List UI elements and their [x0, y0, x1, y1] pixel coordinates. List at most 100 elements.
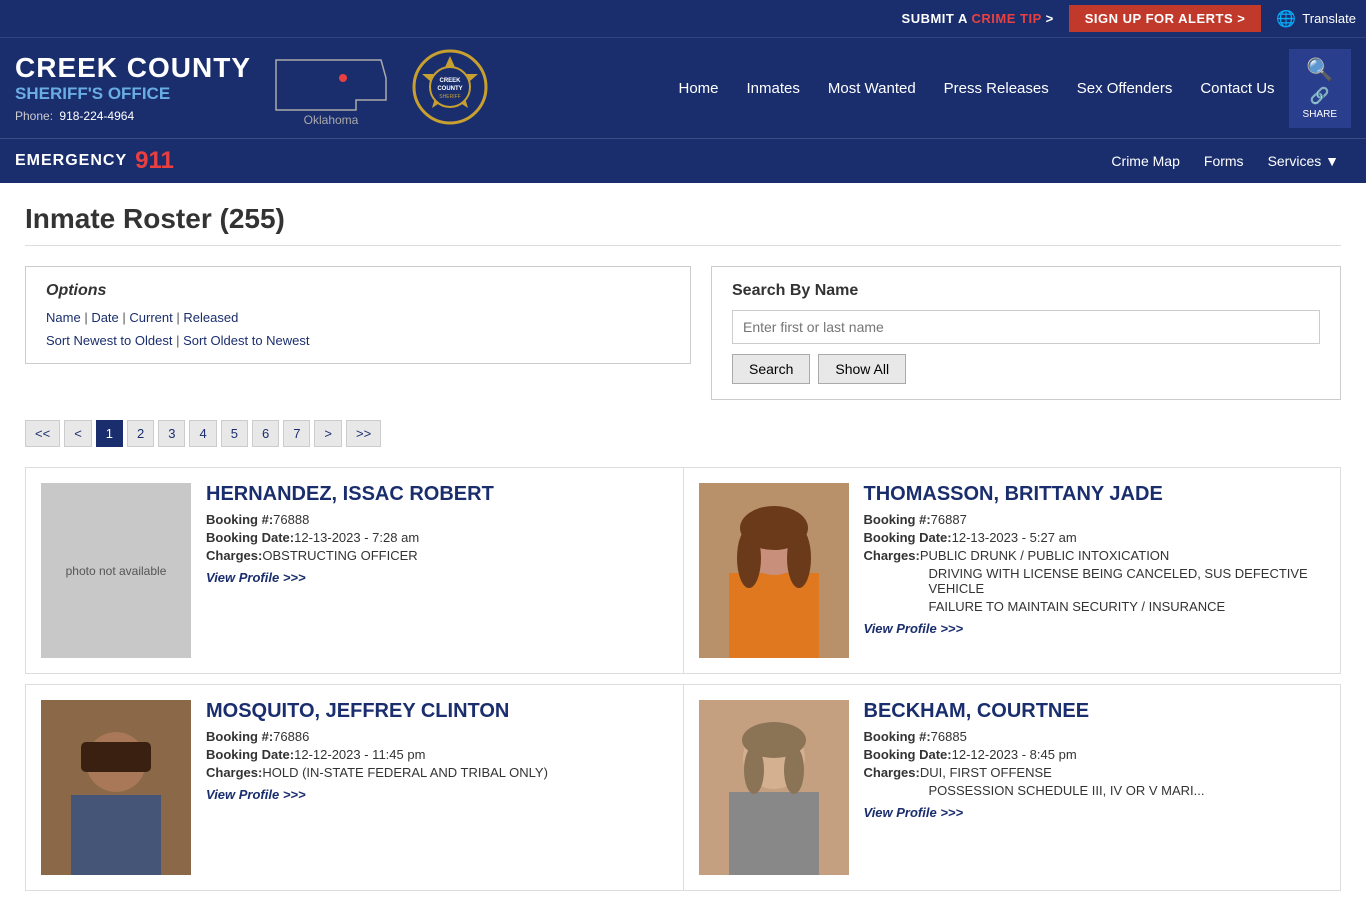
svg-text:COUNTY: COUNTY	[437, 86, 462, 92]
page-next[interactable]: >	[314, 420, 342, 447]
page-title: Inmate Roster (255)	[25, 203, 1341, 246]
page-4[interactable]: 4	[189, 420, 216, 447]
inmate-card: MOSQUITO, JEFFREY CLINTON Booking #:7688…	[26, 685, 684, 890]
nav-contact-us[interactable]: Contact Us	[1186, 68, 1288, 109]
charges: Charges:PUBLIC DRUNK / PUBLIC INTOXICATI…	[864, 548, 1326, 563]
nav-inmates[interactable]: Inmates	[733, 68, 814, 109]
inmate-row: MOSQUITO, JEFFREY CLINTON Booking #:7688…	[25, 684, 1341, 891]
page-5[interactable]: 5	[221, 420, 248, 447]
inmate-name: BECKHAM, COURTNEE	[864, 700, 1326, 723]
charges: Charges:HOLD (IN-STATE FEDERAL AND TRIBA…	[206, 765, 668, 780]
search-button[interactable]: Search	[732, 354, 810, 384]
booking-date: Booking Date:12-13-2023 - 7:28 am	[206, 530, 668, 545]
emergency-label: EMERGENCY	[15, 152, 127, 170]
submit-tip-link[interactable]: SUBMIT A CRIME TIP >	[902, 11, 1054, 26]
view-profile-link[interactable]: View Profile >>>	[864, 621, 964, 636]
booking-num: Booking #:76887	[864, 512, 1326, 527]
inmate-photo	[41, 700, 191, 875]
filter-date[interactable]: Date	[91, 310, 118, 325]
header-title: CREEK COUNTY SHERIFF'S OFFICE Phone: 918…	[15, 53, 251, 122]
show-all-button[interactable]: Show All	[818, 354, 906, 384]
booking-num: Booking #:76885	[864, 729, 1326, 744]
page-6[interactable]: 6	[252, 420, 279, 447]
state-map-area: Oklahoma	[271, 50, 391, 127]
view-profile-link[interactable]: View Profile >>>	[206, 570, 306, 585]
sort-newest[interactable]: Sort Newest to Oldest	[46, 333, 172, 348]
view-profile-link[interactable]: View Profile >>>	[864, 805, 964, 820]
main-nav: Home Inmates Most Wanted Press Releases …	[664, 49, 1351, 128]
search-icon: 🔍	[1306, 57, 1333, 83]
sheriff-badge: CREEK COUNTY SHERIFF	[411, 48, 489, 129]
page-last[interactable]: >>	[346, 420, 381, 447]
inmate-list: photo not available HERNANDEZ, ISSAC ROB…	[25, 467, 1341, 891]
search-input[interactable]	[732, 310, 1320, 344]
globe-icon: 🌐	[1276, 9, 1296, 29]
inmate-photo	[699, 483, 849, 658]
translate-btn[interactable]: 🌐 Translate	[1276, 9, 1356, 29]
nav-home[interactable]: Home	[664, 68, 732, 109]
booking-date: Booking Date:12-13-2023 - 5:27 am	[864, 530, 1326, 545]
share-icon: 🔗	[1310, 86, 1330, 106]
inmate-card: photo not available HERNANDEZ, ISSAC ROB…	[26, 468, 684, 673]
crime-tip-text: CRIME TIP	[972, 11, 1042, 26]
search-box: Search By Name Search Show All	[711, 266, 1341, 400]
inmate-card: THOMASSON, BRITTANY JADE Booking #:76887…	[684, 468, 1341, 673]
svg-text:SHERIFF: SHERIFF	[439, 94, 460, 100]
inmate-row: photo not available HERNANDEZ, ISSAC ROB…	[25, 467, 1341, 674]
filter-current[interactable]: Current	[129, 310, 172, 325]
sort-oldest[interactable]: Sort Oldest to Newest	[183, 333, 309, 348]
view-profile-link[interactable]: View Profile >>>	[206, 787, 306, 802]
pagination: << < 1 2 3 4 5 6 7 > >>	[25, 420, 1341, 447]
page-prev[interactable]: <	[64, 420, 92, 447]
inmate-photo	[699, 700, 849, 875]
filter-released[interactable]: Released	[183, 310, 238, 325]
page-1[interactable]: 1	[96, 420, 123, 447]
options-box: Options Name | Date | Current | Released…	[25, 266, 691, 364]
inmate-card: BECKHAM, COURTNEE Booking #:76885 Bookin…	[684, 685, 1341, 890]
oklahoma-map-icon	[271, 50, 391, 118]
tip-arrow: >	[1046, 11, 1054, 26]
inmate-name: THOMASSON, BRITTANY JADE	[864, 483, 1326, 506]
inmate-name: MOSQUITO, JEFFREY CLINTON	[206, 700, 668, 723]
sort-links: Sort Newest to Oldest | Sort Oldest to N…	[46, 333, 670, 348]
emergency-number: 911	[135, 147, 174, 175]
page-first[interactable]: <<	[25, 420, 60, 447]
inmate-info: THOMASSON, BRITTANY JADE Booking #:76887…	[864, 483, 1326, 658]
translate-label: Translate	[1302, 11, 1356, 26]
state-label: Oklahoma	[304, 113, 359, 127]
submit-tip-text: SUBMIT A	[902, 11, 968, 26]
booking-num: Booking #:76886	[206, 729, 668, 744]
filter-name[interactable]: Name	[46, 310, 81, 325]
charges: Charges:DUI, FIRST OFFENSE	[864, 765, 1326, 780]
inmate-info: MOSQUITO, JEFFREY CLINTON Booking #:7688…	[206, 700, 668, 875]
page-7[interactable]: 7	[283, 420, 310, 447]
page-3[interactable]: 3	[158, 420, 185, 447]
phone-number: 918-224-4964	[59, 109, 134, 123]
nav-press-releases[interactable]: Press Releases	[930, 68, 1063, 109]
booking-date: Booking Date:12-12-2023 - 8:45 pm	[864, 747, 1326, 762]
inmate-info: HERNANDEZ, ISSAC ROBERT Booking #:76888 …	[206, 483, 668, 658]
nav-services[interactable]: Services ▼	[1256, 143, 1351, 179]
nav-crime-map[interactable]: Crime Map	[1099, 143, 1191, 179]
nav-most-wanted[interactable]: Most Wanted	[814, 68, 930, 109]
page-2[interactable]: 2	[127, 420, 154, 447]
booking-date: Booking Date:12-12-2023 - 11:45 pm	[206, 747, 668, 762]
nav-sex-offenders[interactable]: Sex Offenders	[1063, 68, 1187, 109]
options-heading: Options	[46, 282, 670, 300]
booking-num: Booking #:76888	[206, 512, 668, 527]
emergency-block: EMERGENCY 911	[15, 147, 174, 175]
inmate-info: BECKHAM, COURTNEE Booking #:76885 Bookin…	[864, 700, 1326, 875]
county-name: CREEK COUNTY	[15, 53, 251, 84]
logo-area: CREEK COUNTY SHERIFF'S OFFICE Phone: 918…	[15, 48, 489, 129]
inmate-photo-placeholder: photo not available	[41, 483, 191, 658]
inmate-name: HERNANDEZ, ISSAC ROBERT	[206, 483, 668, 506]
search-share-block[interactable]: 🔍 🔗 SHARE	[1289, 49, 1351, 128]
phone-label: Phone:	[15, 109, 53, 123]
office-name: SHERIFF'S OFFICE	[15, 84, 251, 104]
filter-links: Name | Date | Current | Released	[46, 310, 670, 325]
nav-forms[interactable]: Forms	[1192, 143, 1256, 179]
alert-button[interactable]: SIGN UP FOR ALERTS >	[1069, 5, 1262, 32]
phone-line: Phone: 918-224-4964	[15, 109, 251, 123]
search-heading: Search By Name	[732, 282, 1320, 300]
svg-text:CREEK: CREEK	[440, 78, 462, 84]
